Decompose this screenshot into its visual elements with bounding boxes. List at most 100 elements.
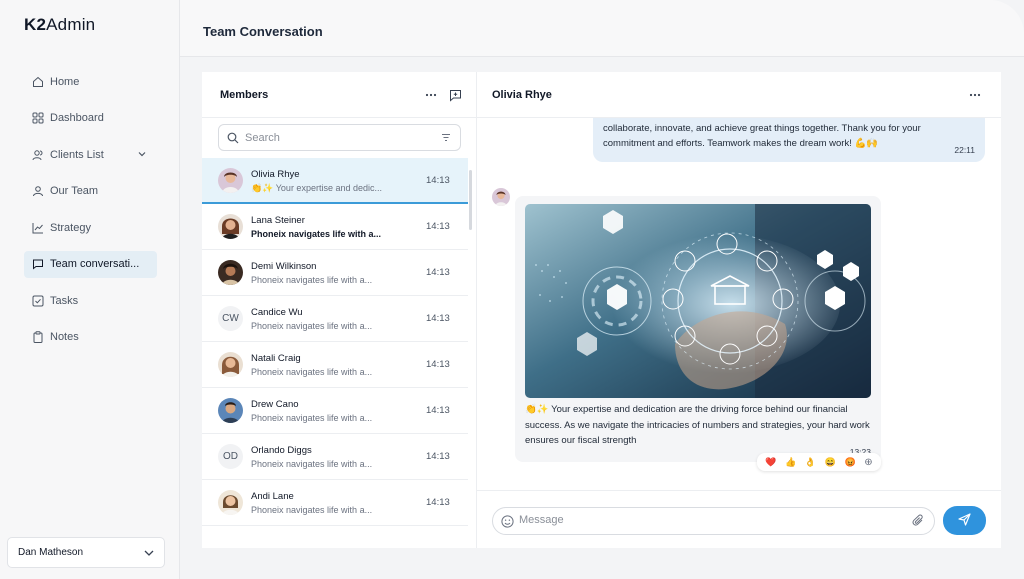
send-icon <box>958 512 971 529</box>
sidebar-item-label: Strategy <box>50 221 91 234</box>
members-panel: Members Olivia Rhye 👏✨ Your expertise an… <box>202 72 477 548</box>
member-item[interactable]: CW Candice Wu Phoneix navigates life wit… <box>202 296 468 342</box>
chat-header: Olivia Rhye <box>477 72 1001 118</box>
sidebar-nav: Home Dashboard Clients List Our Team Str… <box>24 68 157 360</box>
message-image[interactable] <box>525 204 871 398</box>
member-preview: 👏✨ Your expertise and dedic... <box>251 183 382 193</box>
message-input-box <box>492 507 935 535</box>
avatar <box>218 398 243 423</box>
members-header: Members <box>202 72 476 118</box>
chat-icon <box>32 258 44 270</box>
search-box <box>218 124 461 151</box>
user-name: Dan Matheson <box>18 547 84 558</box>
add-reaction-icon[interactable]: ⊕ <box>864 457 872 468</box>
chevron-down-icon[interactable] <box>137 149 147 162</box>
chat-panel: Olivia Rhye collaborate, innovate, and a… <box>477 72 1001 548</box>
member-time: 14:13 <box>426 267 450 278</box>
search-input[interactable] <box>245 131 425 144</box>
team-icon <box>32 185 44 197</box>
member-time: 14:13 <box>426 497 450 508</box>
top-bar: Team Conversation <box>180 0 1024 57</box>
member-time: 14:13 <box>426 359 450 370</box>
member-item[interactable]: Natali Craig Phoneix navigates life with… <box>202 342 468 388</box>
member-preview: Phoneix navigates life with a... <box>251 275 373 285</box>
users-icon <box>32 149 44 161</box>
checkbox-icon <box>32 295 44 307</box>
member-preview: Phoneix navigates life with a... <box>251 413 373 423</box>
member-preview: Phoneix navigates life with a... <box>251 505 373 515</box>
avatar <box>218 352 243 377</box>
emoji-icon[interactable] <box>501 515 514 531</box>
more-options-icon[interactable] <box>424 88 438 102</box>
member-item[interactable]: Andi Lane Phoneix navigates life with a.… <box>202 480 468 526</box>
member-item[interactable]: OD Orlando Diggs Phoneix navigates life … <box>202 434 468 480</box>
clipboard-icon <box>32 331 44 343</box>
outgoing-message: collaborate, innovate, and achieve great… <box>593 118 985 162</box>
members-title: Members <box>220 89 269 101</box>
avatar <box>218 490 243 515</box>
ok-hand-reaction[interactable]: 👌 <box>805 457 816 468</box>
chevron-down-icon <box>143 547 155 562</box>
attachment-icon[interactable] <box>912 514 925 531</box>
sidebar-item-label: Team conversati... <box>50 258 140 270</box>
member-time: 14:13 <box>426 313 450 324</box>
member-item[interactable]: Demi Wilkinson Phoneix navigates life wi… <box>202 250 468 296</box>
member-preview: Phoneix navigates life with a... <box>251 229 382 239</box>
dashboard-icon <box>32 112 44 124</box>
sidebar-item-clients-list[interactable]: Clients List <box>24 141 157 168</box>
heart-reaction[interactable]: ❤️ <box>765 457 776 468</box>
sidebar-item-our-team[interactable]: Our Team <box>24 178 157 205</box>
chat-title: Olivia Rhye <box>492 89 552 101</box>
member-name: Candice Wu <box>251 307 303 318</box>
member-name: Natali Craig <box>251 353 301 364</box>
laugh-reaction[interactable]: 😄 <box>825 457 836 468</box>
sidebar-item-team-conversation[interactable]: Team conversati... <box>24 250 157 278</box>
member-time: 14:13 <box>426 405 450 416</box>
sidebar-item-label: Clients List <box>50 148 104 161</box>
reaction-bar: ❤️ 👍 👌 😄 😡 ⊕ <box>757 453 881 471</box>
member-list-scrollbar[interactable] <box>469 170 472 230</box>
chart-line-icon <box>32 222 44 234</box>
avatar: CW <box>218 306 243 331</box>
avatar: OD <box>218 444 243 469</box>
member-item[interactable]: Olivia Rhye 👏✨ Your expertise and dedic.… <box>202 158 468 204</box>
member-name: Drew Cano <box>251 399 299 410</box>
member-item[interactable]: Lana Steiner Phoneix navigates life with… <box>202 204 468 250</box>
more-options-icon[interactable] <box>969 88 981 100</box>
sidebar-item-home[interactable]: Home <box>24 68 157 95</box>
sidebar-item-label: Our Team <box>50 185 99 197</box>
member-item[interactable]: Drew Cano Phoneix navigates life with a.… <box>202 388 468 434</box>
send-button[interactable] <box>943 506 986 535</box>
member-preview: Phoneix navigates life with a... <box>251 459 373 469</box>
sidebar-item-label: Notes <box>50 331 79 343</box>
app-logo[interactable]: K2Admin <box>24 15 95 35</box>
search-icon <box>227 132 239 147</box>
message-input[interactable] <box>519 514 899 526</box>
message-time: 22:11 <box>954 145 975 155</box>
member-time: 14:13 <box>426 451 450 462</box>
filter-icon[interactable] <box>441 133 451 145</box>
thumbs-up-reaction[interactable]: 👍 <box>785 457 796 468</box>
member-preview: Phoneix navigates life with a... <box>251 321 373 331</box>
message-text: collaborate, innovate, and achieve great… <box>603 123 921 149</box>
user-menu[interactable]: Dan Matheson <box>7 537 165 568</box>
sidebar-item-dashboard[interactable]: Dashboard <box>24 105 157 132</box>
member-list: Olivia Rhye 👏✨ Your expertise and dedic.… <box>202 158 468 526</box>
avatar <box>218 260 243 285</box>
avatar <box>218 214 243 239</box>
new-chat-icon[interactable] <box>448 88 462 102</box>
member-name: Lana Steiner <box>251 215 305 226</box>
sidebar-item-tasks[interactable]: Tasks <box>24 287 157 314</box>
sidebar-item-notes[interactable]: Notes <box>24 324 157 351</box>
sidebar: K2Admin Home Dashboard Clients List Our … <box>0 0 180 579</box>
sidebar-item-label: Home <box>50 75 80 88</box>
member-name: Orlando Diggs <box>251 445 312 456</box>
angry-reaction[interactable]: 😡 <box>844 457 855 468</box>
main-area: Team Conversation Members Olivia Rhye 👏✨… <box>180 0 1024 579</box>
page-title: Team Conversation <box>203 24 323 39</box>
member-time: 14:13 <box>426 175 450 186</box>
member-name: Andi Lane <box>251 491 294 502</box>
sidebar-item-strategy[interactable]: Strategy <box>24 214 157 241</box>
sidebar-item-label: Dashboard <box>50 112 104 124</box>
sidebar-item-label: Tasks <box>50 294 79 307</box>
